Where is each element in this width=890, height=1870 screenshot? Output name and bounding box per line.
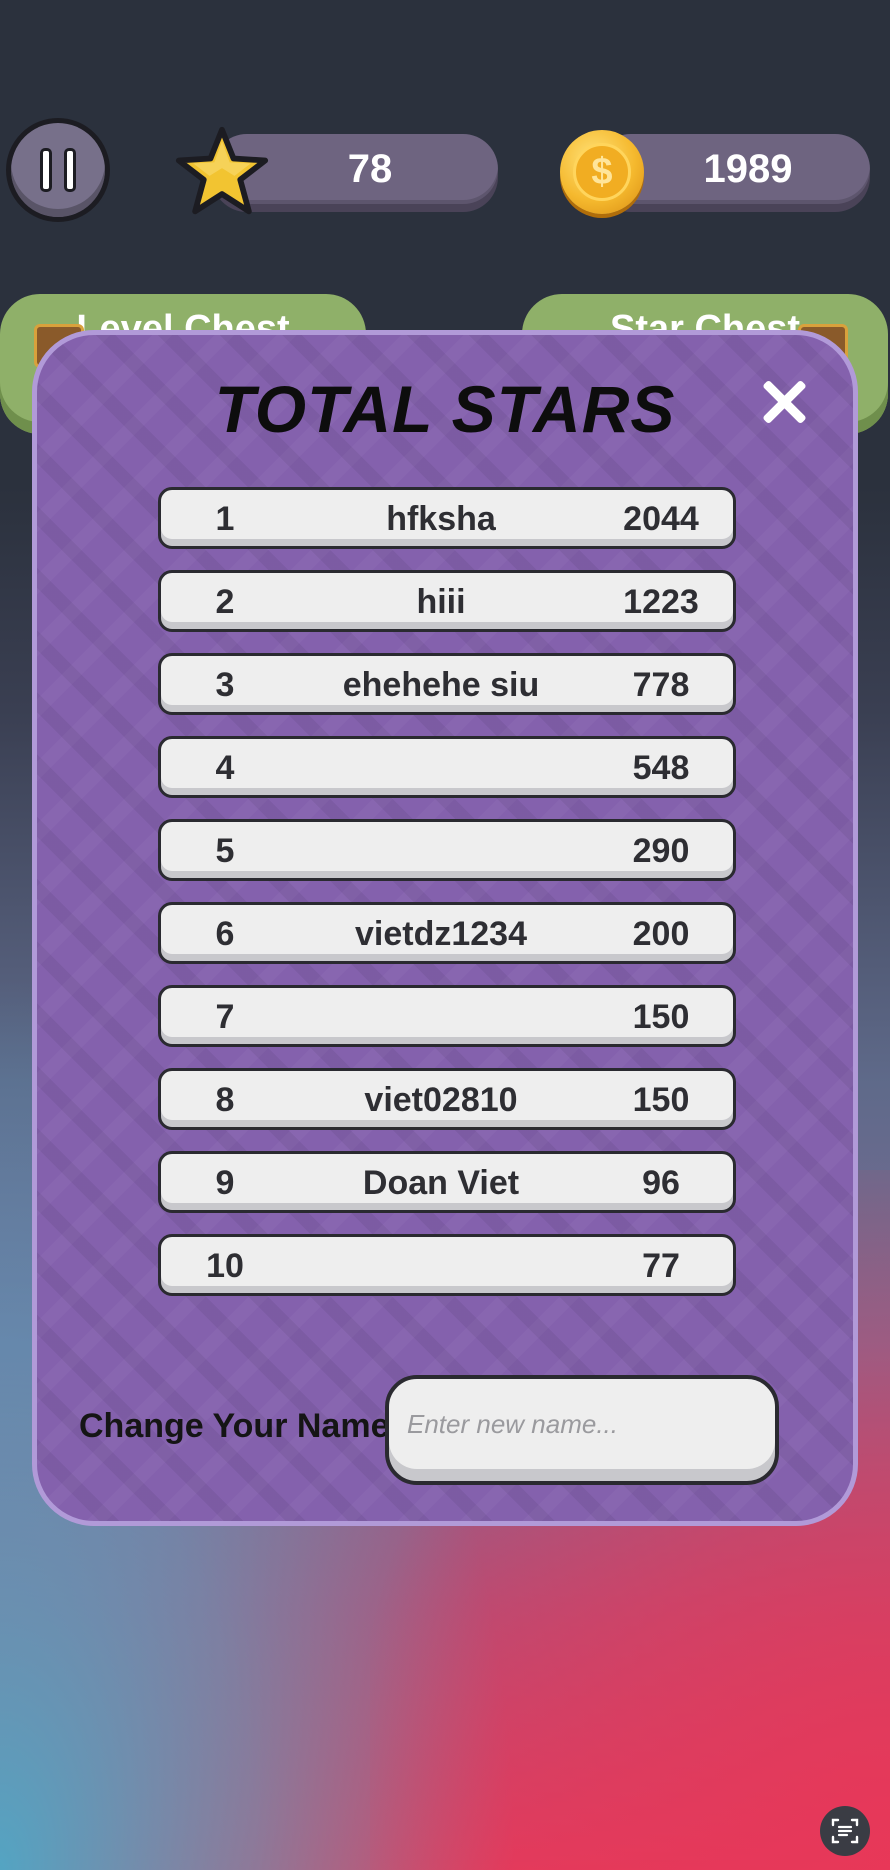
- rank: 6: [215, 915, 235, 953]
- star-icon: [175, 126, 269, 215]
- rank: 8: [215, 1081, 235, 1119]
- leaderboard-list: 1 hfksha 2044 2 hiii 1223 3 ehehehe siu …: [158, 487, 736, 1317]
- close-icon[interactable]: [757, 375, 811, 429]
- rank: 4: [215, 749, 235, 787]
- player-name: hiii: [416, 583, 466, 621]
- player-name: vietdz1234: [355, 915, 527, 953]
- score: 290: [632, 832, 690, 870]
- score: 778: [632, 666, 690, 704]
- scan-text-icon: [831, 1818, 859, 1844]
- player-name: Doan Viet: [362, 1164, 520, 1202]
- rank: 3: [215, 666, 235, 704]
- rank: 1: [215, 500, 235, 538]
- scan-text-button[interactable]: [820, 1806, 870, 1856]
- coin-count: 1989: [703, 146, 793, 191]
- player-name: ehehehe siu: [342, 666, 540, 704]
- change-name-label: Change Your Name :: [79, 1407, 411, 1445]
- leaderboard-row: 2 hiii 1223: [158, 570, 736, 632]
- rank: 2: [215, 583, 235, 621]
- player-name: hfksha: [386, 500, 496, 538]
- score: 96: [642, 1164, 680, 1202]
- rank: 7: [215, 998, 235, 1036]
- leaderboard-row: 1 hfksha 2044: [158, 487, 736, 549]
- modal-title: TOTAL STARS: [214, 372, 676, 446]
- score: 150: [632, 998, 690, 1036]
- score: 77: [642, 1247, 680, 1285]
- rank: 10: [206, 1247, 244, 1285]
- leaderboard-row: 3 ehehehe siu 778: [158, 653, 736, 715]
- pause-icon-bar: [64, 148, 76, 192]
- score: 200: [632, 915, 690, 953]
- coin-icon: $: [560, 130, 644, 214]
- coin-symbol: $: [573, 143, 631, 201]
- leaderboard-modal: TOTAL STARS 1 hfksha 2044 2 hiii 1223 3 …: [32, 330, 858, 1526]
- leaderboard-row: 7 150: [158, 985, 736, 1047]
- pause-button[interactable]: [6, 118, 110, 222]
- pause-icon: [40, 148, 52, 192]
- leaderboard-row: 6 vietdz1234 200: [158, 902, 736, 964]
- new-name-input[interactable]: [385, 1375, 779, 1485]
- player-name: viet02810: [364, 1081, 518, 1119]
- star-count: 78: [347, 146, 393, 191]
- leaderboard-row: 10 77: [158, 1234, 736, 1296]
- score: 1223: [623, 583, 699, 621]
- leaderboard-row: 4 548: [158, 736, 736, 798]
- score: 150: [632, 1081, 690, 1119]
- leaderboard-row: 8 viet02810 150: [158, 1068, 736, 1130]
- leaderboard-row: 5 290: [158, 819, 736, 881]
- leaderboard-row: 9 Doan Viet 96: [158, 1151, 736, 1213]
- rank: 9: [215, 1164, 235, 1202]
- score: 548: [632, 749, 690, 787]
- score: 2044: [623, 500, 699, 538]
- rank: 5: [215, 832, 235, 870]
